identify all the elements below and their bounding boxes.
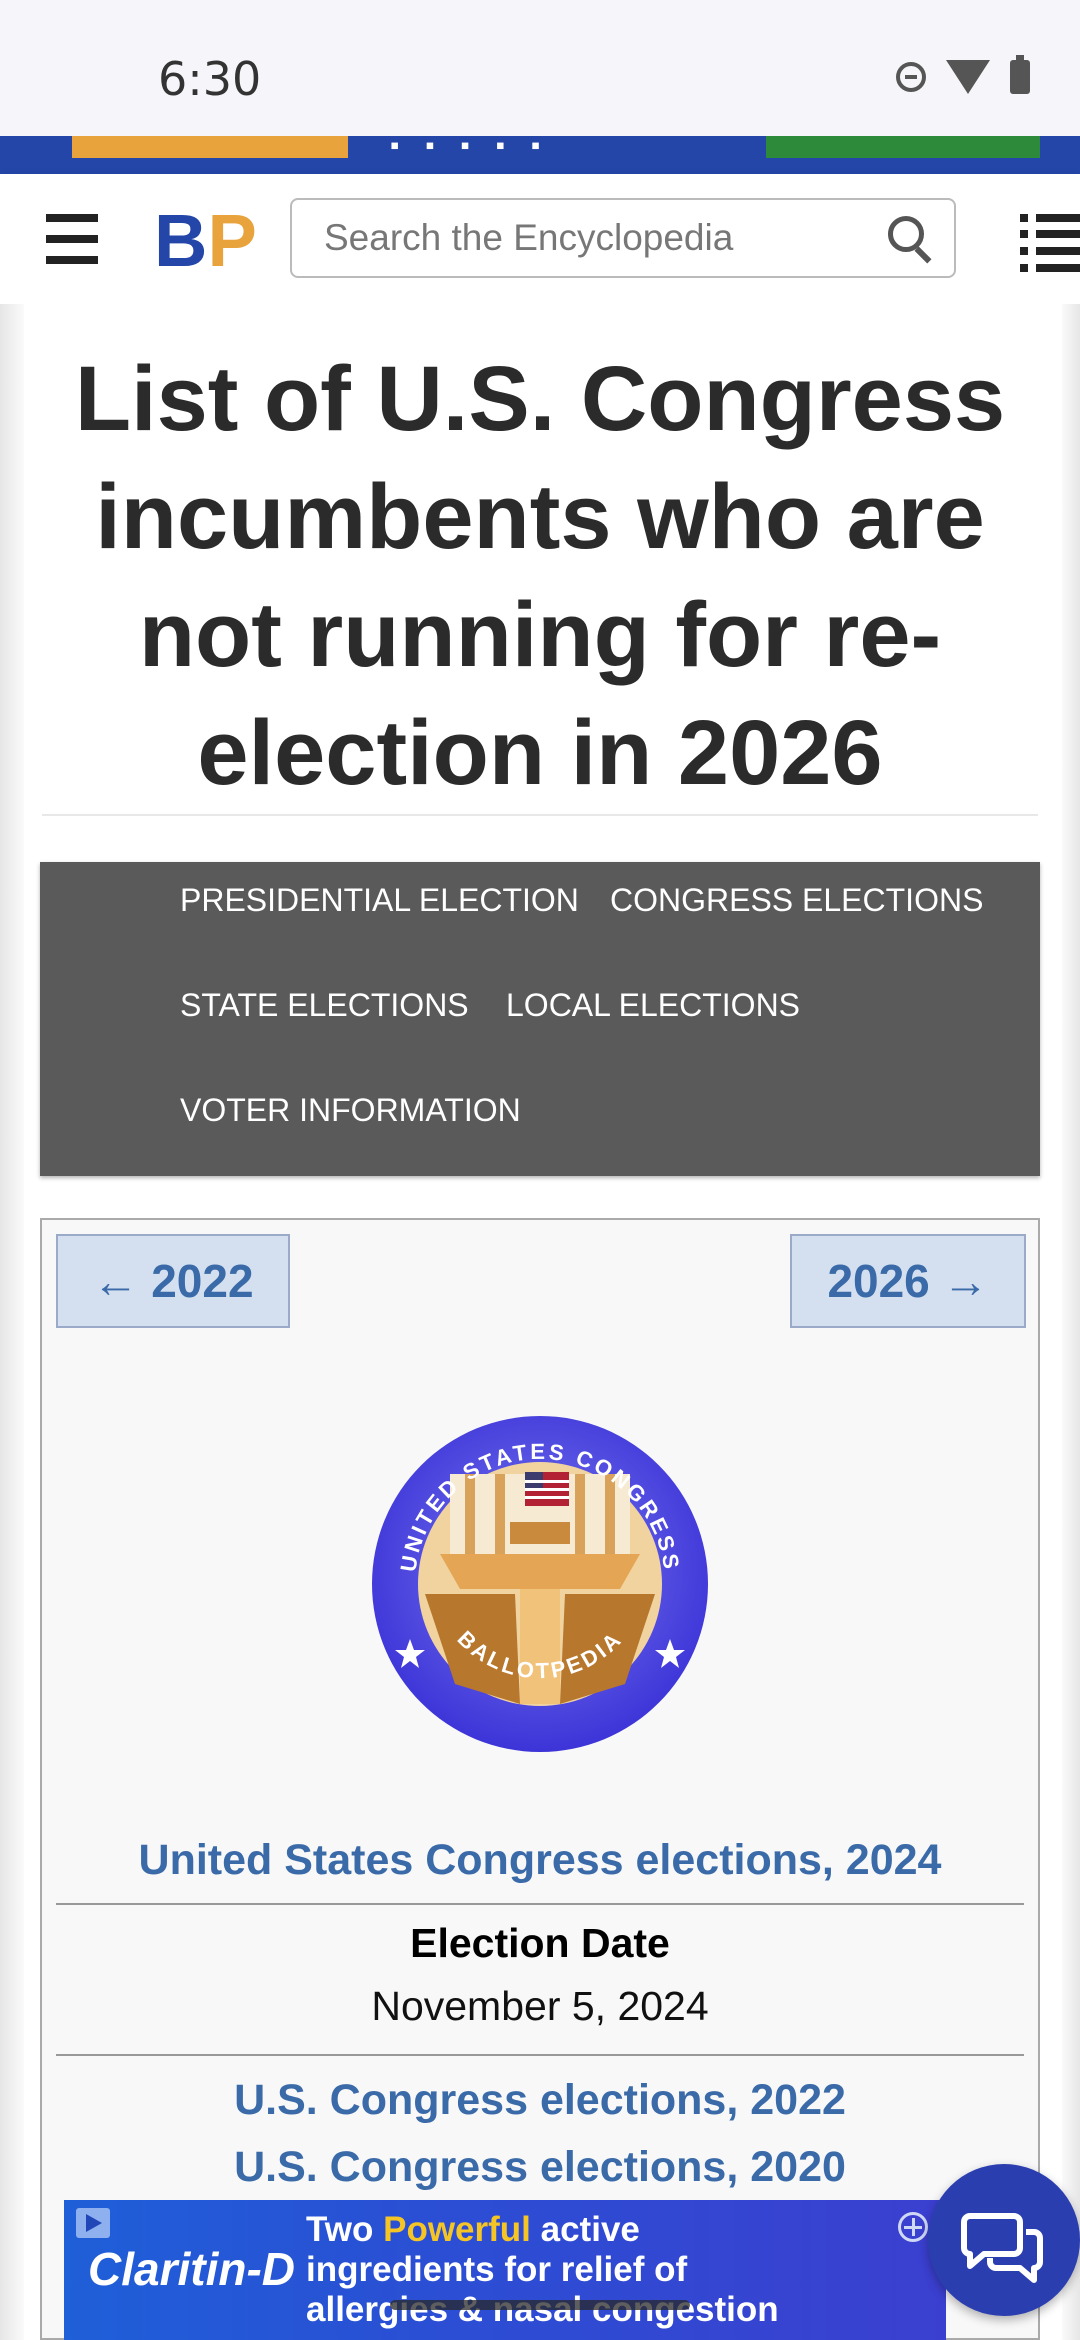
search-input[interactable] bbox=[292, 216, 880, 260]
chat-icon bbox=[961, 2213, 1043, 2283]
previous-year-button[interactable]: ← 2022 bbox=[56, 1234, 290, 1328]
ballotpedia-logo[interactable]: BP bbox=[154, 196, 257, 286]
adchoices-icon[interactable] bbox=[76, 2208, 110, 2238]
right-edge-shadow bbox=[1062, 304, 1080, 2340]
status-time: 6:30 bbox=[158, 52, 262, 106]
nav-presidential-election[interactable]: PRESIDENTIAL ELECTION bbox=[180, 882, 579, 919]
wifi-icon bbox=[946, 60, 990, 94]
do-not-disturb-icon bbox=[896, 62, 926, 92]
ad-line-2: ingredients for relief of bbox=[306, 2250, 688, 2289]
logo-letter-b: B bbox=[154, 199, 208, 282]
ad-expand-icon[interactable] bbox=[898, 2212, 928, 2242]
banner-orange-button[interactable] bbox=[72, 136, 348, 158]
congress-elections-2024-link[interactable]: United States Congress elections, 2024 bbox=[42, 1836, 1038, 1885]
elections-nav: PRESIDENTIAL ELECTION CONGRESS ELECTIONS… bbox=[40, 862, 1040, 1176]
top-banner-strip: ▪▪▪▪▪ bbox=[0, 136, 1080, 174]
status-icons bbox=[896, 55, 1030, 94]
ad-line-1: Two Powerful active bbox=[306, 2210, 640, 2249]
nav-state-elections[interactable]: STATE ELECTIONS bbox=[180, 987, 469, 1024]
ad-brand: Claritin-D bbox=[88, 2243, 295, 2295]
left-edge-shadow bbox=[0, 304, 24, 2340]
banner-green-button[interactable] bbox=[766, 136, 1040, 158]
election-date-value: November 5, 2024 bbox=[371, 1983, 709, 2029]
site-header: BP bbox=[0, 174, 1080, 304]
chat-button[interactable] bbox=[928, 2164, 1080, 2316]
search-icon[interactable] bbox=[880, 208, 940, 268]
nav-local-elections[interactable]: LOCAL ELECTIONS bbox=[506, 987, 800, 1024]
menu-icon[interactable] bbox=[46, 214, 98, 264]
title-divider bbox=[42, 814, 1038, 816]
infobox-divider-2 bbox=[56, 2054, 1024, 2056]
infobox-divider-1 bbox=[56, 1903, 1024, 1905]
gesture-home-bar[interactable] bbox=[390, 2300, 690, 2310]
advertisement-banner[interactable]: Claritin-D Two Powerful active ingredien… bbox=[64, 2200, 946, 2340]
logo-letter-p: P bbox=[207, 199, 257, 282]
election-infobox: ← 2022 2026 → UNITED STATES CONGRESS BAL… bbox=[40, 1218, 1040, 2340]
nav-congress-elections[interactable]: CONGRESS ELECTIONS bbox=[610, 882, 983, 919]
nav-voter-information[interactable]: VOTER INFORMATION bbox=[180, 1092, 521, 1129]
page-title: List of U.S. Congress incumbents who are… bbox=[74, 348, 1006, 804]
social-icons-strip: ▪▪▪▪▪ bbox=[390, 136, 567, 160]
next-year-button[interactable]: 2026 → bbox=[790, 1234, 1026, 1328]
status-bar: 6:30 bbox=[0, 0, 1080, 136]
battery-icon bbox=[1010, 55, 1030, 94]
election-date-label: Election Date bbox=[410, 1920, 670, 1966]
congress-elections-2022-link[interactable]: U.S. Congress elections, 2022 bbox=[42, 2076, 1038, 2125]
search-box bbox=[290, 198, 956, 278]
table-of-contents-icon[interactable] bbox=[1020, 214, 1080, 272]
congress-seal-logo: UNITED STATES CONGRESS BALLOTPEDIA bbox=[372, 1416, 708, 1752]
congress-elections-2020-link[interactable]: U.S. Congress elections, 2020 bbox=[42, 2143, 1038, 2192]
ad-line-3: allergies & nasal congestion bbox=[306, 2290, 779, 2329]
